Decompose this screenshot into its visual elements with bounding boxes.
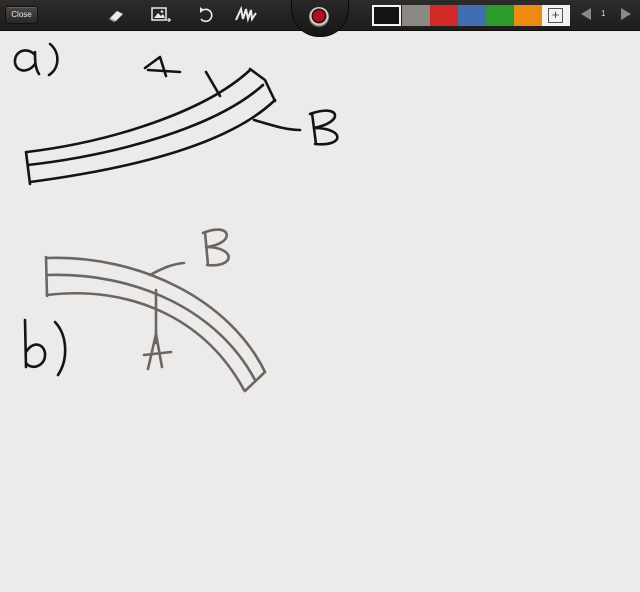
color-swatch-green[interactable] [486,5,514,26]
close-button[interactable]: Close [5,6,38,24]
callout-b2-leader [148,261,186,277]
record-icon[interactable] [309,7,329,27]
eraser-icon[interactable] [106,5,128,25]
toolbar: Close + 1 [0,0,640,37]
bar-b-inner [45,291,246,392]
previous-page-icon[interactable] [581,8,591,20]
clear-scribble-icon[interactable] [234,5,257,25]
color-palette: + [372,5,570,26]
page-number: 1 [601,9,606,18]
label-b-letter [23,318,47,369]
label-a-paren [47,42,59,77]
insert-image-icon[interactable] [150,5,172,25]
part-a-drawing [13,42,339,186]
label-b-paren [53,320,67,377]
bar-a-outer [25,68,252,154]
callout-a2-letter [142,332,173,371]
color-swatch-red[interactable] [430,5,458,26]
bar-a-left-end [24,150,32,186]
color-swatch-selected[interactable] [372,5,401,26]
next-page-icon[interactable] [621,8,631,20]
label-a-letter [13,49,41,76]
part-b-drawing [23,228,267,393]
callout-a-letter [143,55,182,78]
color-swatch-blue[interactable] [458,5,486,26]
bar-b-mid [45,273,257,382]
color-swatch-orange[interactable] [514,5,542,26]
drawing-canvas[interactable] [0,31,640,592]
callout-a-leader [204,70,222,98]
callout-b-leader [252,118,302,132]
bar-b-left-end [44,255,49,298]
callout-b-letter [308,109,339,146]
add-color-icon[interactable]: + [542,5,570,26]
color-swatch-gray[interactable] [402,5,430,26]
undo-icon[interactable] [194,5,216,25]
bar-b-right-end [243,370,267,393]
callout-b2-letter [201,228,230,267]
